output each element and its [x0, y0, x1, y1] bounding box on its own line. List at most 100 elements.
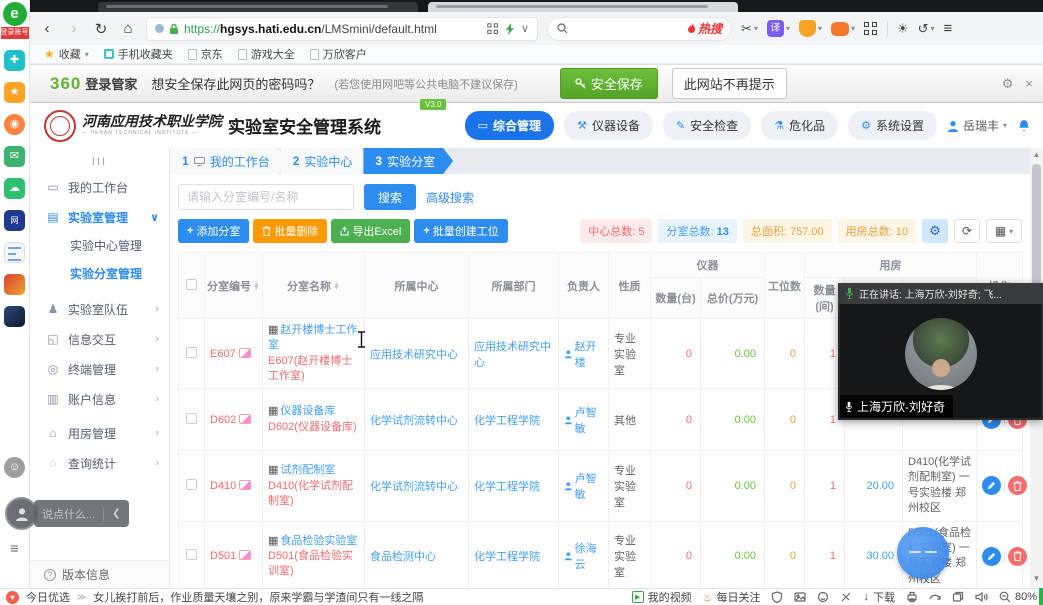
sort-icon[interactable]: ▲▼ [253, 283, 260, 291]
printer-icon[interactable] [906, 591, 918, 603]
export-excel-button[interactable]: 导出Excel [331, 219, 410, 243]
department-link[interactable]: 化学工程学院 [469, 521, 559, 588]
chart-icon[interactable] [239, 414, 251, 424]
menu-icon[interactable]: ≡ [944, 20, 953, 37]
gamepad-icon[interactable]: ▾ [831, 22, 855, 36]
sidebar-subitem-room-management[interactable]: 实验分室管理 [30, 260, 169, 288]
bookmark-favorites[interactable]: ★收藏▾ [44, 46, 89, 62]
chart-icon[interactable] [239, 550, 251, 560]
header-code[interactable]: 分室编号▲▼ [205, 253, 263, 319]
smiley-icon[interactable] [817, 591, 829, 603]
bookmark-games[interactable]: 游戏大全 [238, 46, 295, 62]
translate-icon[interactable]: 译▾ [767, 20, 790, 37]
browser-logo[interactable]: e [3, 2, 27, 26]
manager-cell[interactable]: 徐海云 [559, 521, 609, 588]
batch-create-station-button[interactable]: +批量创建工位 [414, 219, 507, 243]
delete-button[interactable] [1008, 476, 1027, 495]
window-icon[interactable] [952, 591, 964, 603]
room-name-cell[interactable]: ▦试剂配制室D410(化学试剂配制室) [263, 451, 365, 522]
breadcrumb-tab-workbench[interactable]: 1我的工作台 [170, 148, 288, 174]
header-name[interactable]: 分室名称▲▼ [263, 253, 365, 319]
manager-cell[interactable]: 卢智敏 [559, 389, 609, 451]
sort-icon[interactable]: ▲▼ [333, 283, 340, 291]
search-button[interactable]: 搜索 [364, 184, 416, 210]
cloud-icon[interactable]: ☁ [4, 178, 25, 199]
add-room-button[interactable]: +添加分室 [178, 219, 249, 243]
center-link[interactable]: 食品检测中心 [365, 521, 469, 588]
bookmark-mobile[interactable]: 手机收藏夹 [104, 46, 173, 62]
room-code-link[interactable]: D410 [205, 451, 263, 522]
pwbar-close-icon[interactable]: × [1025, 76, 1033, 92]
room-code-link[interactable]: D602 [205, 389, 263, 451]
center-link[interactable]: 化学试剂流转中心 [365, 451, 469, 522]
table-columns-button[interactable]: ▦▾ [986, 219, 1022, 243]
department-link[interactable]: 化学工程学院 [469, 389, 559, 451]
today-pick-label[interactable]: 今日优选 [26, 589, 70, 605]
chat-input-bar[interactable]: 说点什么... ❮ [34, 500, 129, 527]
daily-follow-button[interactable]: ♨每日关注 [703, 589, 761, 605]
zoom-control[interactable]: 80% [999, 591, 1037, 603]
breadcrumb-tab-center[interactable]: 2实验中心 [281, 148, 371, 174]
advanced-search-link[interactable]: 高级搜索 [426, 189, 474, 206]
center-link[interactable]: 化学试剂流转中心 [365, 389, 469, 451]
scroll-up-icon[interactable]: ▲ [1030, 148, 1043, 162]
breadcrumb-tab-room[interactable]: 3实验分室 [363, 148, 453, 174]
room-code-link[interactable]: E607 [205, 319, 263, 389]
sidebar-item-workbench[interactable]: ▭我的工作台 [30, 172, 169, 202]
battle-game-icon[interactable] [4, 306, 25, 327]
add-emoji-icon[interactable]: ☺ [4, 457, 25, 478]
apps-grid-icon[interactable] [864, 22, 878, 36]
row-checkbox[interactable] [179, 389, 205, 451]
my-video-button[interactable]: ▶我的视频 [632, 589, 692, 605]
weibo-icon[interactable]: ◉ [4, 114, 25, 135]
sidebar-item-statistics[interactable]: ◌查询统计› [30, 448, 169, 478]
department-link[interactable]: 应用技术研究中心 [469, 319, 559, 389]
forward-icon[interactable]: › [65, 20, 83, 37]
browser-search-box[interactable]: 热搜 [547, 17, 732, 41]
lightning-icon[interactable] [506, 23, 515, 35]
history-undo-icon[interactable]: ↺▾ [918, 21, 935, 37]
room-search-input[interactable] [178, 184, 354, 210]
theme-sun-icon[interactable]: ☀ [897, 21, 909, 37]
row-checkbox[interactable] [179, 319, 205, 389]
edit-button[interactable] [982, 547, 1001, 566]
row-checkbox[interactable] [179, 521, 205, 588]
sidebar-item-lab-management[interactable]: ▤实验室管理∨ [30, 202, 169, 232]
address-bar[interactable]: https://hgsys.hati.edu.cn/LMSmini/defaul… [146, 17, 538, 41]
image-icon[interactable] [794, 591, 806, 603]
chart-icon[interactable] [239, 348, 251, 358]
game-app-icon[interactable] [4, 274, 25, 295]
department-link[interactable]: 化学工程学院 [469, 451, 559, 522]
qrcode-icon[interactable] [487, 23, 498, 34]
hot-search[interactable]: 热搜 [687, 20, 722, 37]
nav-safety-check[interactable]: ✎安全检查 [663, 111, 751, 140]
sidebar-item-lab-team[interactable]: ♟实验室队伍› [30, 294, 169, 324]
home-icon[interactable]: ⌂ [119, 20, 137, 37]
room-name-cell[interactable]: ▦赵开楼博士工作室E607(赵开楼博士工作室) [263, 319, 365, 389]
sidebar-item-rooms[interactable]: ⌂用房管理› [30, 418, 169, 448]
mail-icon[interactable]: ✉ [4, 146, 25, 167]
pwbar-settings-icon[interactable]: ⚙ [1002, 76, 1014, 92]
speaker-icon[interactable] [975, 591, 988, 603]
save-password-button[interactable]: 安全保存 [560, 68, 658, 99]
game-center-icon[interactable]: ✚ [4, 50, 25, 71]
nav-comprehensive[interactable]: ▭综合管理 [465, 111, 554, 140]
center-link[interactable]: 应用技术研究中心 [365, 319, 469, 389]
bell-icon[interactable] [1017, 119, 1031, 133]
netdisk-icon[interactable]: 网 [4, 210, 25, 231]
room-name-cell[interactable]: ▦食品检验实验室D501(食品检验实训室) [263, 521, 365, 588]
sidebar-subitem-center-management[interactable]: 实验中心管理 [30, 232, 169, 260]
scroll-down-icon[interactable]: ▼ [1030, 572, 1043, 586]
floating-assistant-button[interactable] [897, 527, 949, 579]
delete-button[interactable] [1008, 547, 1027, 566]
screenshot-scissors-icon[interactable]: ✂▾ [741, 21, 758, 37]
url-dropdown-icon[interactable]: ∨ [521, 22, 529, 35]
batch-delete-button[interactable]: 批量删除 [253, 219, 327, 243]
sidebar-item-account[interactable]: ▥账户信息› [30, 384, 169, 414]
share-icon[interactable] [840, 591, 852, 603]
version-info-row[interactable]: ?版本信息 [30, 560, 169, 588]
login-account-badge[interactable]: 登录账号 [1, 27, 29, 39]
room-name-cell[interactable]: ▦仪器设备库D602(仪器设备库) [263, 389, 365, 451]
browser-tab-inactive[interactable] [428, 2, 738, 12]
download-button[interactable]: ↓下载 [863, 589, 895, 605]
